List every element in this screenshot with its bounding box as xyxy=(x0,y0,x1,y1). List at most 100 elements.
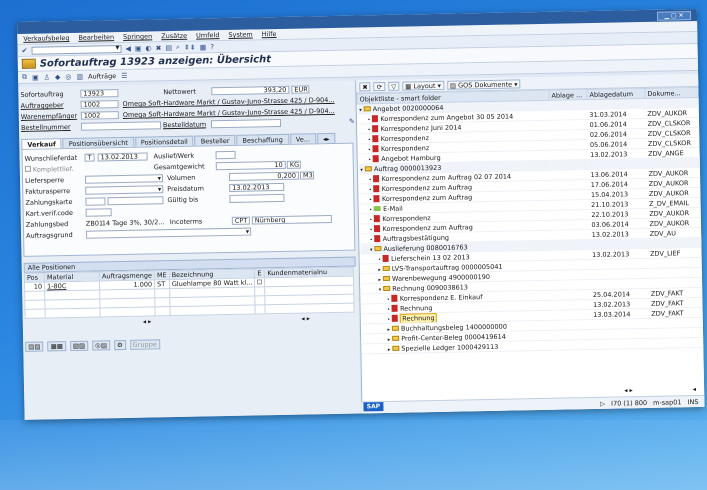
back-icon[interactable]: ◀ xyxy=(125,44,131,52)
tree-item-label[interactable]: E-Mail xyxy=(383,204,403,212)
tree-item-label[interactable]: Angebot 0020000064 xyxy=(373,103,444,112)
address-icon[interactable]: ✎ xyxy=(349,118,355,126)
expand-icon[interactable]: ▸ xyxy=(388,336,391,342)
zahlungskarte-field[interactable] xyxy=(107,196,164,206)
select-all-icon[interactable]: ▦▦ xyxy=(47,341,66,352)
sofortauftrag-field[interactable]: 13923 xyxy=(80,89,119,98)
insert-icon[interactable]: ▧▨ xyxy=(69,340,89,352)
gesamtgewicht-unit[interactable]: KG xyxy=(286,160,301,169)
tab-verkauf[interactable]: Verkauf xyxy=(21,138,62,149)
menu-bearbeiten[interactable]: Bearbeiten xyxy=(78,33,114,42)
tree-item-label[interactable]: Rechnung xyxy=(400,304,433,313)
expand-icon[interactable]: • xyxy=(369,207,372,213)
expand-icon[interactable]: • xyxy=(387,316,390,322)
liefersperre-select[interactable]: ▾ xyxy=(84,174,164,184)
expand-icon[interactable]: • xyxy=(369,187,372,193)
auslief-field[interactable] xyxy=(215,150,236,160)
col-me[interactable]: ME xyxy=(154,270,170,280)
tree-item-label[interactable]: Korrespondenz E. Einkauf xyxy=(400,293,483,303)
menu-system[interactable]: System xyxy=(228,30,252,38)
expand-icon[interactable]: ▸ xyxy=(387,326,390,332)
expand-icon[interactable]: ▾ xyxy=(370,247,373,253)
gueltig-field[interactable] xyxy=(229,193,285,203)
tab-more[interactable]: Ve... xyxy=(289,133,317,144)
tree-item-label[interactable]: Auslieferung 0080016763 xyxy=(383,243,467,253)
header-icon[interactable]: ▣ xyxy=(32,73,39,81)
detail-icon[interactable]: ▤▤ xyxy=(25,341,44,352)
exit-icon[interactable]: ◐ xyxy=(145,44,151,52)
tree-scroll-right-icon[interactable]: ◂ xyxy=(693,385,696,393)
expand-icon[interactable]: • xyxy=(387,296,390,302)
scroll-right-icon[interactable]: ◂ ▸ xyxy=(301,314,310,322)
me-cell[interactable]: ST xyxy=(154,279,170,289)
confirm-icon[interactable]: ✔ xyxy=(21,46,27,54)
expand-icon[interactable]: • xyxy=(387,306,390,312)
cancel-icon[interactable]: ✖ xyxy=(155,44,161,52)
orders-icon[interactable]: ▥ xyxy=(76,72,83,80)
expand-icon[interactable]: • xyxy=(369,217,372,223)
gos-dokumente-button[interactable]: ▤ GOS Dokumente ▾ xyxy=(446,78,521,90)
filter-icon[interactable]: ▽ xyxy=(388,81,400,91)
e-cell[interactable] xyxy=(254,277,266,287)
tab-scroll-icon[interactable]: ◂▸ xyxy=(316,132,336,144)
volumen-unit[interactable]: M3 xyxy=(299,171,315,180)
pos-cell[interactable]: 10 xyxy=(24,282,45,292)
currency-field[interactable]: EUR xyxy=(291,85,310,94)
tree-item-label[interactable]: Korrespondenz zum Auftrag xyxy=(382,223,472,233)
tab-positionsuebersicht[interactable]: Positionsübersicht xyxy=(62,136,134,149)
orders-button[interactable]: Aufträge xyxy=(88,72,116,81)
page-nav-icon[interactable]: ⇞⇟ xyxy=(184,43,196,51)
e-checkbox[interactable] xyxy=(257,279,263,285)
sort-icon[interactable]: ◎▤ xyxy=(92,340,111,351)
expand-icon[interactable]: • xyxy=(368,147,371,153)
incoterms-text[interactable]: Nürnberg xyxy=(251,214,332,225)
flow-icon[interactable]: ◆ xyxy=(55,73,61,81)
gesamtgewicht-field[interactable]: 10 xyxy=(215,160,286,171)
menu-umfeld[interactable]: Umfeld xyxy=(196,31,219,39)
col-e[interactable]: E xyxy=(254,268,265,278)
tree-item-label[interactable]: Korrespondenz xyxy=(381,144,429,153)
zahlungskarte-type[interactable] xyxy=(85,197,106,206)
col-menge[interactable]: Auftragsmenge xyxy=(99,270,155,281)
help-icon[interactable]: ? xyxy=(210,43,214,51)
expand-icon[interactable]: ▸ xyxy=(388,346,391,352)
display-icon[interactable]: ⧉ xyxy=(22,73,27,82)
tree-item-label[interactable]: Spezielle Ledger 1000429113 xyxy=(401,342,498,352)
tree-hscroll[interactable]: ◂ ▸ ◂ xyxy=(624,385,696,394)
tree-item-label[interactable]: Korrespondenz xyxy=(382,214,430,223)
tab-beschaffung[interactable]: Beschaffung xyxy=(236,133,289,145)
tree-item-label[interactable]: Korrespondenz xyxy=(381,134,429,143)
expand-icon[interactable]: • xyxy=(369,177,372,183)
tree-item-label[interactable]: Auftragsbestätigung xyxy=(383,233,450,242)
col-pos[interactable]: Pos xyxy=(24,273,45,283)
layout-icon[interactable]: ▦ xyxy=(200,43,207,51)
close-pane-icon[interactable]: ✖ xyxy=(359,81,371,91)
preisdatum-field[interactable]: 13.02.2013 xyxy=(229,182,285,192)
expand-icon[interactable]: • xyxy=(378,257,381,263)
expand-icon[interactable]: ▾ xyxy=(379,287,382,293)
window-controls[interactable]: ▁ ▢ ✕ xyxy=(656,11,692,21)
find-icon[interactable]: ⌕ xyxy=(176,43,180,52)
warenempfaenger-label[interactable]: Warenempfänger xyxy=(21,112,81,121)
kartverif-field[interactable] xyxy=(85,208,112,217)
wunschlieferdat-field[interactable]: 13.02.2013 xyxy=(97,152,148,162)
tree-item-label[interactable]: Auftrag 0000013923 xyxy=(374,163,442,172)
incoterms-field[interactable]: CPT xyxy=(231,216,250,225)
status-icon[interactable]: ◎ xyxy=(65,72,71,80)
command-field[interactable] xyxy=(31,44,122,55)
expand-icon[interactable]: ▾ xyxy=(359,107,362,113)
layout-icon[interactable]: ▦ Layout ▾ xyxy=(402,80,444,91)
tree-item-label[interactable]: Rechnung xyxy=(400,312,437,324)
save-icon[interactable]: ▣ xyxy=(135,44,142,52)
gruppe-button[interactable]: Gruppe xyxy=(129,339,160,350)
wunschlieferdat-type[interactable]: T xyxy=(84,153,95,162)
expand-icon[interactable]: • xyxy=(369,197,372,203)
expand-icon[interactable]: • xyxy=(368,127,371,133)
expand-icon[interactable]: • xyxy=(367,117,370,123)
auftraggeber-field[interactable]: 1002 xyxy=(80,100,119,109)
nettowert-field[interactable]: 393,20 xyxy=(211,85,290,96)
menu-zusaetze[interactable]: Zusätze xyxy=(161,32,187,40)
expand-icon[interactable]: • xyxy=(368,137,371,143)
tree-item-label[interactable]: Angebot Hamburg xyxy=(381,153,441,162)
fakturasperre-select[interactable]: ▾ xyxy=(85,185,164,195)
